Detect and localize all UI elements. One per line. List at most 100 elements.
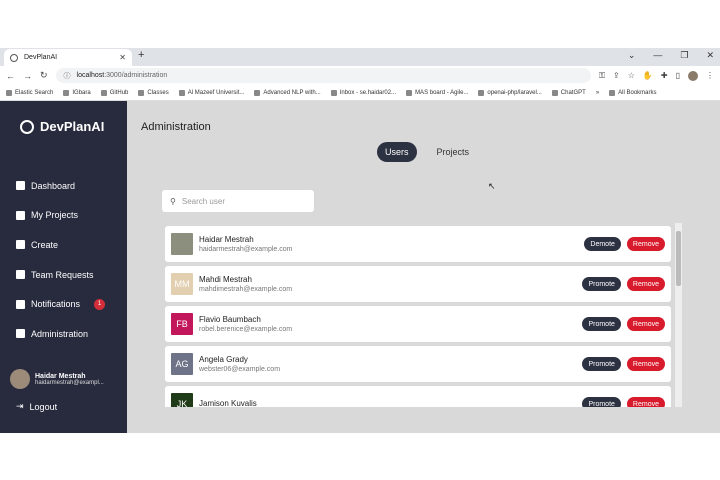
url-host: localhost [76,72,105,79]
remove-button[interactable]: Remove [626,277,665,291]
projects-icon [16,210,25,220]
user-row: JK Jamison Kuvalis Promote Remove [165,386,671,407]
all-bookmarks[interactable]: All Bookmarks [609,89,657,96]
user-row: FB Flavio Baumbach robel.berenice@example… [165,306,671,342]
new-tab-button[interactable]: + [138,49,144,61]
avatar [10,369,30,389]
bookmark-icon [63,89,70,96]
sidebar: DevPlanAI Dashboard My Projects Create T… [0,101,127,433]
sidebar-item-administration[interactable]: Administration [16,319,105,349]
gmail-icon [178,89,185,96]
demote-button[interactable]: Demote [584,237,621,251]
bookmark-item[interactable]: Classes [138,89,169,96]
user-add-icon [16,270,25,280]
bookmark-item[interactable]: openai-php/laravel... [478,89,542,96]
tab-projects[interactable]: Projects [429,142,478,162]
user-row-name: Angela Grady [199,355,248,364]
user-row: MM Mahdi Mestrah mahdimestrah@example.com… [165,266,671,302]
share-icon[interactable]: ⇪ [613,71,620,80]
user-row-name: Flavio Baumbach [199,315,261,324]
avatar: FB [171,313,193,335]
bookmark-icon [138,89,145,96]
bookmark-item[interactable]: IGbara [63,89,91,96]
mouse-cursor-icon: ↖ [488,181,496,191]
user-row-name: Haidar Mestrah [199,235,254,244]
page-top-margin [0,0,720,48]
bookmark-item[interactable]: Elastic Search [6,89,53,96]
sidebar-item-notifications[interactable]: Notifications 1 [16,289,106,319]
window-controls: ⌄ — ❐ ✕ [628,50,714,61]
sidebar-item-my-projects[interactable]: My Projects [16,201,105,231]
github-icon [100,89,107,96]
minimize-icon[interactable]: — [653,50,662,61]
notification-badge: 1 [94,298,106,310]
profile-avatar[interactable] [688,70,698,81]
browser-tab[interactable]: DevPlanAI ✕ [4,49,132,66]
sidebar-item-create[interactable]: Create [16,230,105,260]
promote-button[interactable]: Promote [582,397,621,407]
extension-icon[interactable]: ✋ [643,71,653,80]
current-user[interactable]: Haidar Mestrah haidarmestrah@exampl... [10,369,104,389]
back-icon[interactable]: ← [6,71,15,81]
brand-logo[interactable]: DevPlanAI [20,119,104,134]
remove-button[interactable]: Remove [626,397,665,407]
user-row-name: Mahdi Mestrah [199,275,252,284]
address-bar[interactable]: ⓘ localhost:3000/administration [55,68,591,83]
scrollbar[interactable] [675,223,682,407]
scrollbar-thumb[interactable] [676,231,681,286]
avatar: MM [171,273,193,295]
globe-icon [10,53,18,62]
close-icon[interactable]: ✕ [119,53,126,62]
main-content: Administration Users Projects ⚲ Haidar M… [127,101,720,433]
bookmark-icon [254,89,261,96]
sidepanel-icon[interactable]: ▯ [676,71,680,80]
bookmark-item[interactable]: ChatGPT [551,89,586,96]
puzzle-icon[interactable]: ✚ [661,71,668,80]
page-title: Administration [141,121,211,133]
logout-button[interactable]: ⇥ Logout [16,401,57,412]
close-window-icon[interactable]: ✕ [706,50,714,61]
app-root: DevPlanAI Dashboard My Projects Create T… [0,101,720,433]
user-row: AG Angela Grady webster06@example.com Pro… [165,346,671,382]
remove-button[interactable]: Remove [626,317,665,331]
promote-button[interactable]: Promote [582,317,621,331]
avatar: JK [171,393,193,407]
brand-name: DevPlanAI [40,119,105,134]
brain-icon [20,119,34,134]
reload-icon[interactable]: ↻ [40,70,48,81]
sidebar-item-dashboard[interactable]: Dashboard [16,171,105,201]
more-bookmarks-icon[interactable]: » [596,90,599,96]
user-row-name: Jamison Kuvalis [199,398,257,408]
bookmark-icon [406,89,413,96]
bookmark-item[interactable]: MAS board - Agile... [406,89,468,96]
chevron-down-icon[interactable]: ⌄ [628,50,636,61]
more-icon[interactable]: ⋮ [706,71,714,80]
dashboard-icon [16,181,25,191]
sidebar-item-team-requests[interactable]: Team Requests [16,260,105,290]
plus-square-icon [16,240,25,250]
remove-button[interactable]: Remove [626,357,665,371]
restore-icon[interactable]: ❐ [680,50,688,61]
logout-icon: ⇥ [16,401,24,411]
browser-toolbar: ← → ↻ ⓘ localhost:3000/administration ⚿ … [0,66,720,85]
key-icon[interactable]: ⚿ [599,71,605,81]
promote-button[interactable]: Promote [582,277,621,291]
forward-icon[interactable]: → [23,71,32,81]
bookmark-item[interactable]: GitHub [100,89,128,96]
bookmark-item[interactable]: Al Mazeef Universit... [178,89,244,96]
admin-icon [16,329,25,339]
bookmark-item[interactable]: Advanced NLP with... [254,89,321,96]
tab-strip: DevPlanAI ✕ + ⌄ — ❐ ✕ [0,48,720,66]
promote-button[interactable]: Promote [582,357,621,371]
star-icon[interactable]: ☆ [628,71,635,80]
info-icon[interactable]: ⓘ [64,71,71,81]
search-input[interactable] [181,196,302,206]
admin-tabs: Users Projects [377,142,477,162]
bookmark-item[interactable]: Inbox - se.haidar02... [330,89,396,96]
remove-button[interactable]: Remove [626,237,665,251]
url-path: :3000/administration [104,72,168,79]
avatar: AG [171,353,193,375]
github-icon [478,89,485,96]
user-row: Haidar Mestrah haidarmestrah@example.com … [165,226,671,262]
tab-users[interactable]: Users [377,142,417,162]
